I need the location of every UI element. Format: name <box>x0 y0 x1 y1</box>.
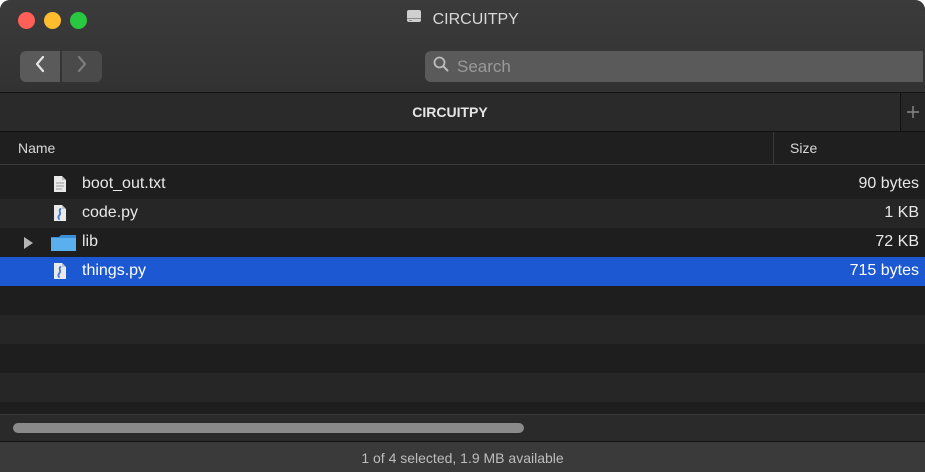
window-title-text: CIRCUITPY <box>432 11 519 28</box>
file-name: things.py <box>82 262 147 279</box>
empty-row <box>0 315 925 344</box>
file-list: boot_out.txt 90 bytes code.py 1 KB lib 7… <box>0 170 925 402</box>
scrollbar-thumb[interactable] <box>13 423 524 433</box>
column-divider[interactable] <box>773 132 774 164</box>
file-row-lib[interactable]: lib 72 KB <box>0 228 925 257</box>
tab-bar: CIRCUITPY <box>0 93 925 132</box>
navigation-buttons <box>20 51 102 82</box>
empty-row <box>0 344 925 373</box>
external-drive-icon <box>406 8 422 32</box>
chevron-left-icon <box>34 55 46 78</box>
python-file-icon <box>52 262 68 285</box>
back-button[interactable] <box>20 51 60 82</box>
name-column-header[interactable]: Name <box>18 140 55 156</box>
file-size: 1 KB <box>884 204 919 221</box>
file-size: 72 KB <box>875 233 919 250</box>
file-name: boot_out.txt <box>82 175 166 192</box>
file-size: 715 bytes <box>849 262 919 279</box>
finder-window: CIRCUITPY Search CIRCUITPY Name Size boo… <box>0 0 925 472</box>
file-size: 90 bytes <box>858 175 919 192</box>
file-name: lib <box>82 233 99 250</box>
python-file-icon <box>52 204 68 227</box>
file-row-boot-out[interactable]: boot_out.txt 90 bytes <box>0 170 925 199</box>
folder-icon <box>50 234 77 257</box>
search-input[interactable] <box>455 55 899 78</box>
status-bar: 1 of 4 selected, 1.9 MB available <box>0 441 925 472</box>
search-icon <box>433 56 449 77</box>
new-tab-button[interactable] <box>901 93 925 131</box>
file-row-code-py[interactable]: code.py 1 KB <box>0 199 925 228</box>
column-header: Name Size <box>0 132 925 165</box>
empty-row <box>0 373 925 402</box>
horizontal-scrollbar[interactable] <box>0 414 925 441</box>
window-title: CIRCUITPY <box>0 8 925 32</box>
plus-icon <box>906 99 920 125</box>
file-row-things-py[interactable]: things.py 715 bytes <box>0 257 925 286</box>
size-column-header[interactable]: Size <box>790 140 817 156</box>
empty-row <box>0 286 925 315</box>
disclosure-triangle-icon[interactable] <box>24 237 33 249</box>
text-file-icon <box>52 175 68 198</box>
tab-circuitpy[interactable]: CIRCUITPY <box>0 93 901 131</box>
title-bar: CIRCUITPY <box>0 0 925 93</box>
search-field[interactable] <box>425 51 923 82</box>
status-text: 1 of 4 selected, 1.9 MB available <box>361 449 564 466</box>
forward-button[interactable] <box>62 51 102 82</box>
file-name: code.py <box>82 204 139 221</box>
chevron-right-icon <box>76 55 88 78</box>
